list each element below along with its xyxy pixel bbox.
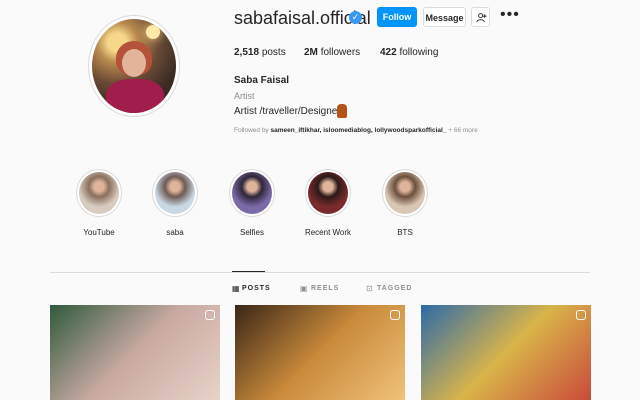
following-label: following xyxy=(399,47,439,58)
reels-icon: ▣ xyxy=(300,284,308,293)
tagged-icon: ⊡ xyxy=(366,284,373,293)
followers-stat[interactable]: 2M followers xyxy=(304,47,360,58)
following-count: 422 xyxy=(380,47,397,58)
highlight-label: saba xyxy=(166,228,184,237)
highlight-label: Recent Work xyxy=(304,228,352,237)
reel-badge-icon xyxy=(205,310,215,320)
profile-full-name: Saba Faisal xyxy=(234,75,290,86)
post-thumbnail[interactable] xyxy=(235,305,405,400)
active-tab-indicator xyxy=(232,271,265,272)
avatar-lamp xyxy=(146,25,160,39)
highlight-label: Selfies xyxy=(239,228,264,237)
grid-icon: ▦ xyxy=(232,284,240,293)
highlight-label: BTS xyxy=(397,228,413,237)
followed-by[interactable]: Followed by sameen_iftikhar, isloomediab… xyxy=(234,127,478,134)
tab-tagged[interactable]: TAGGED xyxy=(377,285,412,292)
highlight-youtube[interactable] xyxy=(79,172,119,214)
highlight-recent-work[interactable] xyxy=(308,172,348,214)
avatar-body xyxy=(106,79,164,113)
posts-label: posts xyxy=(261,47,286,58)
post-thumbnail[interactable] xyxy=(421,305,591,400)
dress-emoji-icon xyxy=(337,104,347,118)
profile-bio: Artist /traveller/Designer xyxy=(234,106,341,117)
posts-count: 2,518 xyxy=(234,47,260,58)
multi-photo-badge-icon xyxy=(390,310,400,320)
followed-by-more: + 66 more xyxy=(448,127,478,134)
post-thumbnail[interactable] xyxy=(50,305,220,400)
followers-label: followers xyxy=(320,47,361,58)
highlight-bts[interactable] xyxy=(385,172,425,214)
suggest-user-button[interactable] xyxy=(471,7,490,27)
avatar[interactable] xyxy=(92,19,176,113)
highlight-saba[interactable] xyxy=(155,172,195,214)
tab-posts[interactable]: POSTS xyxy=(242,285,271,292)
highlight-label: YouTube xyxy=(83,228,115,237)
verified-badge-icon: ✓ xyxy=(349,11,362,24)
highlight-selfies[interactable] xyxy=(232,172,272,214)
followers-count: 2M xyxy=(304,47,318,58)
more-options-icon[interactable]: ••• xyxy=(500,6,520,24)
followed-by-names: sameen_iftikhar, isloomediablog, lollywo… xyxy=(270,127,447,134)
followed-by-prefix: Followed by xyxy=(234,127,269,134)
avatar-face xyxy=(122,49,146,77)
following-stat[interactable]: 422 following xyxy=(380,47,438,58)
message-button[interactable]: Message xyxy=(423,7,466,27)
add-user-icon xyxy=(476,13,487,23)
tabs-divider xyxy=(50,272,590,273)
tab-reels[interactable]: REELS xyxy=(311,285,339,292)
profile-category: Artist xyxy=(234,91,255,101)
posts-stat: 2,518 posts xyxy=(234,47,286,58)
follow-button[interactable]: Follow xyxy=(377,7,417,27)
reel-badge-icon xyxy=(576,310,586,320)
